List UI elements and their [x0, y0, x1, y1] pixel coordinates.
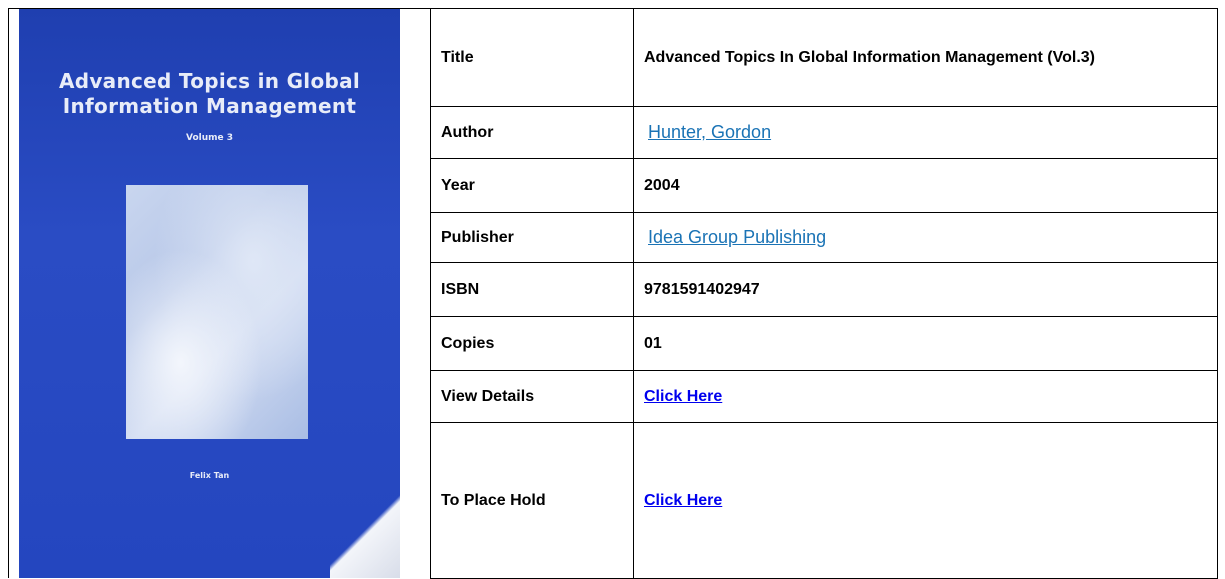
- author-label: Author: [430, 106, 634, 159]
- table-row: View Details Click Here: [430, 370, 1218, 423]
- table-row: Copies 01: [430, 316, 1218, 371]
- isbn-label: ISBN: [430, 262, 634, 317]
- book-record: Advanced Topics in Global Information Ma…: [0, 0, 1225, 579]
- view-details-link[interactable]: Click Here: [644, 388, 722, 405]
- publisher-link[interactable]: Idea Group Publishing: [644, 227, 826, 247]
- title-value: Advanced Topics In Global Information Ma…: [633, 8, 1218, 107]
- cover-artwork: [126, 185, 308, 439]
- table-row: Year 2004: [430, 158, 1218, 213]
- view-details-cell: Click Here: [633, 370, 1218, 423]
- place-hold-label: To Place Hold: [430, 422, 634, 579]
- title-label: Title: [430, 8, 634, 107]
- table-row: Title Advanced Topics In Global Informat…: [430, 8, 1218, 107]
- publisher-label: Publisher: [430, 212, 634, 263]
- place-hold-link[interactable]: Click Here: [644, 492, 722, 509]
- book-details-table: Title Advanced Topics In Global Informat…: [430, 8, 1218, 579]
- copies-label: Copies: [430, 316, 634, 371]
- view-details-label: View Details: [430, 370, 634, 423]
- table-row: Publisher Idea Group Publishing: [430, 212, 1218, 263]
- cover-volume: Volume 3: [185, 133, 234, 143]
- table-row: To Place Hold Click Here: [430, 422, 1218, 579]
- publisher-cell: Idea Group Publishing: [633, 212, 1218, 263]
- year-value: 2004: [633, 158, 1218, 213]
- year-label: Year: [430, 158, 634, 213]
- table-row: ISBN 9781591402947: [430, 262, 1218, 317]
- table-row: Author Hunter, Gordon: [430, 106, 1218, 159]
- page-curl-decoration: [330, 488, 400, 578]
- author-link[interactable]: Hunter, Gordon: [644, 122, 771, 142]
- isbn-value: 9781591402947: [633, 262, 1218, 317]
- place-hold-cell: Click Here: [633, 422, 1218, 579]
- cover-title: Advanced Topics in Global Information Ma…: [58, 69, 361, 118]
- cover-author: Felix Tan: [189, 471, 230, 480]
- book-cover-image: Advanced Topics in Global Information Ma…: [19, 9, 400, 578]
- author-cell: Hunter, Gordon: [633, 106, 1218, 159]
- copies-value: 01: [633, 316, 1218, 371]
